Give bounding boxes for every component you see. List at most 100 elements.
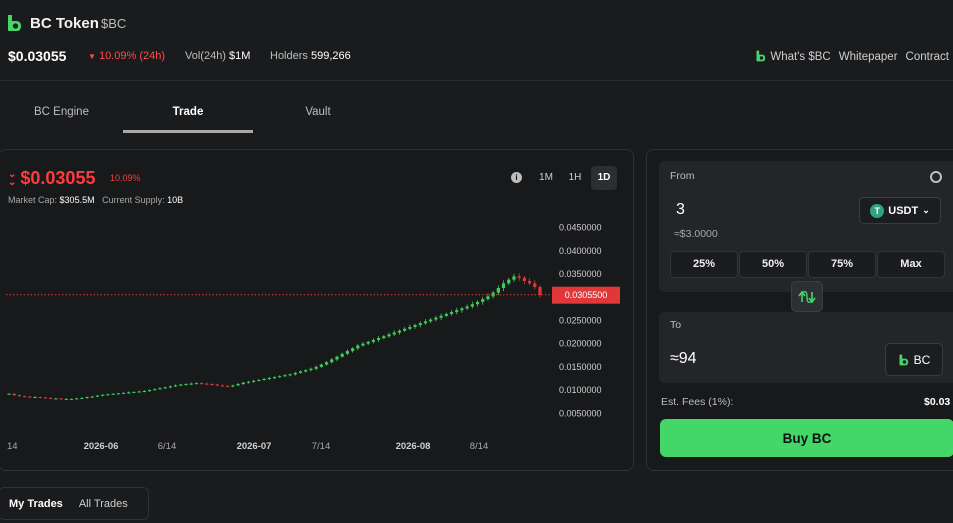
candle-body — [481, 299, 485, 302]
candle-body — [28, 396, 32, 398]
candle-body — [350, 348, 355, 352]
holders-value: 599,266 — [310, 50, 351, 62]
candle-body — [194, 383, 199, 385]
candle-body — [153, 389, 157, 391]
bc-logo-icon — [8, 15, 21, 31]
tab-trade[interactable]: Trade — [123, 96, 253, 133]
candle-body — [215, 384, 219, 386]
bc-logo-icon — [756, 50, 766, 62]
settings-icon[interactable] — [930, 171, 942, 183]
tab-bc-engine[interactable]: BC Engine — [0, 96, 123, 130]
from-token-select[interactable]: T USDT ⌄ — [859, 197, 941, 224]
percent-25-button[interactable]: 25% — [670, 251, 738, 278]
candle-body — [12, 393, 16, 396]
to-token-button[interactable]: BC — [885, 343, 943, 376]
trades-tabs: My Trades All Trades — [0, 487, 149, 520]
candle-body — [423, 321, 428, 324]
candle-body — [371, 339, 376, 342]
to-token-label: BC — [913, 352, 931, 367]
candle-body — [392, 332, 396, 335]
header-links: What's $BC Whitepaper Contract — [755, 50, 949, 63]
info-icon[interactable]: i — [511, 172, 522, 183]
percent-max-button[interactable]: Max — [877, 251, 945, 278]
candle-body — [361, 343, 365, 346]
candle-body — [330, 359, 334, 363]
candle-body — [184, 384, 188, 386]
timeframe-1h[interactable]: 1H — [563, 166, 587, 190]
candle-body — [80, 397, 84, 399]
candle-body — [309, 368, 313, 371]
chart-price-value: $0.03055 — [20, 168, 96, 188]
candle-body — [377, 338, 381, 340]
link-whats-bc[interactable]: What's $BC — [755, 50, 831, 63]
candle-body — [335, 356, 339, 360]
candle-body — [340, 353, 344, 357]
candle-body — [205, 383, 209, 385]
candle-body — [90, 396, 94, 398]
buy-button[interactable]: Buy BC — [660, 419, 953, 457]
swap-direction-button[interactable] — [791, 281, 823, 312]
y-tick-label: 0.0450000 — [559, 223, 602, 233]
candle-body — [288, 374, 292, 376]
y-tick-label: 0.0150000 — [559, 362, 602, 372]
candle-body — [408, 326, 412, 329]
volume-value: $1M — [229, 50, 251, 62]
percent-50-button[interactable]: 50% — [739, 251, 807, 278]
y-tick-label: 0.0200000 — [559, 339, 602, 349]
x-tick-label: 2026-06 — [84, 441, 119, 452]
candle-body — [470, 304, 474, 307]
bc-logo-icon — [899, 354, 908, 365]
swap-arrows-icon — [798, 290, 816, 303]
candle-body — [475, 301, 480, 305]
candle-body — [220, 385, 225, 387]
link-contract[interactable]: Contract — [906, 51, 949, 63]
candle-body — [278, 376, 282, 378]
to-label: To — [670, 319, 682, 331]
candle-body — [387, 334, 391, 337]
candle-body — [43, 397, 48, 399]
from-amount-input[interactable]: 3 — [676, 201, 685, 219]
timeframe-1d[interactable]: 1D — [591, 166, 617, 190]
chevron-down-icon: ⌄ — [922, 205, 930, 215]
price-chart[interactable]: 0.04500000.04000000.03500000.03000000.02… — [0, 195, 630, 460]
volume-label: Vol(24h) — [185, 50, 226, 62]
candle-body — [496, 287, 500, 293]
x-tick-label: 2026-07 — [237, 441, 272, 452]
tab-vault[interactable]: Vault — [253, 96, 383, 130]
candle-body — [413, 325, 417, 327]
candle-body — [527, 281, 532, 284]
to-amount: ≈94 — [670, 350, 697, 367]
candle-body — [137, 391, 141, 393]
percent-75-button[interactable]: 75% — [808, 251, 876, 278]
candle-body — [304, 370, 308, 372]
candle-body — [512, 276, 516, 280]
candle-body — [111, 393, 115, 395]
tab-my-trades[interactable]: My Trades — [0, 498, 71, 510]
token-title: BC Token — [30, 15, 99, 32]
x-tick-label: 6/14 — [158, 441, 177, 452]
link-whitepaper[interactable]: Whitepaper — [839, 51, 898, 63]
candle-body — [127, 392, 131, 394]
candle-body — [465, 306, 469, 309]
candle-body — [455, 310, 459, 313]
y-tick-label: 0.0350000 — [559, 269, 602, 279]
candle-body — [356, 345, 360, 349]
timeframe-1m[interactable]: 1M — [534, 166, 558, 190]
chart-price: ⌄ ⌄ $0.03055 — [8, 168, 95, 189]
y-tick-label: 0.0100000 — [559, 385, 602, 395]
tab-all-trades[interactable]: All Trades — [71, 498, 136, 510]
candle-body — [7, 393, 11, 395]
candle-body — [116, 393, 120, 395]
double-down-icon: ⌄ ⌄ — [8, 168, 17, 188]
holders-stat: Holders 599,266 — [270, 50, 351, 62]
candle-body — [403, 328, 407, 331]
holders-label: Holders — [270, 50, 308, 62]
fees-value: $0.03 — [924, 396, 951, 408]
candle-body — [460, 308, 464, 311]
candle-body — [226, 385, 230, 387]
current-price-tag-label: 0.0305500 — [565, 290, 608, 300]
candle-body — [64, 398, 68, 400]
y-tick-label: 0.0050000 — [559, 408, 602, 418]
candle-body — [486, 296, 490, 300]
candle-body — [267, 378, 271, 380]
